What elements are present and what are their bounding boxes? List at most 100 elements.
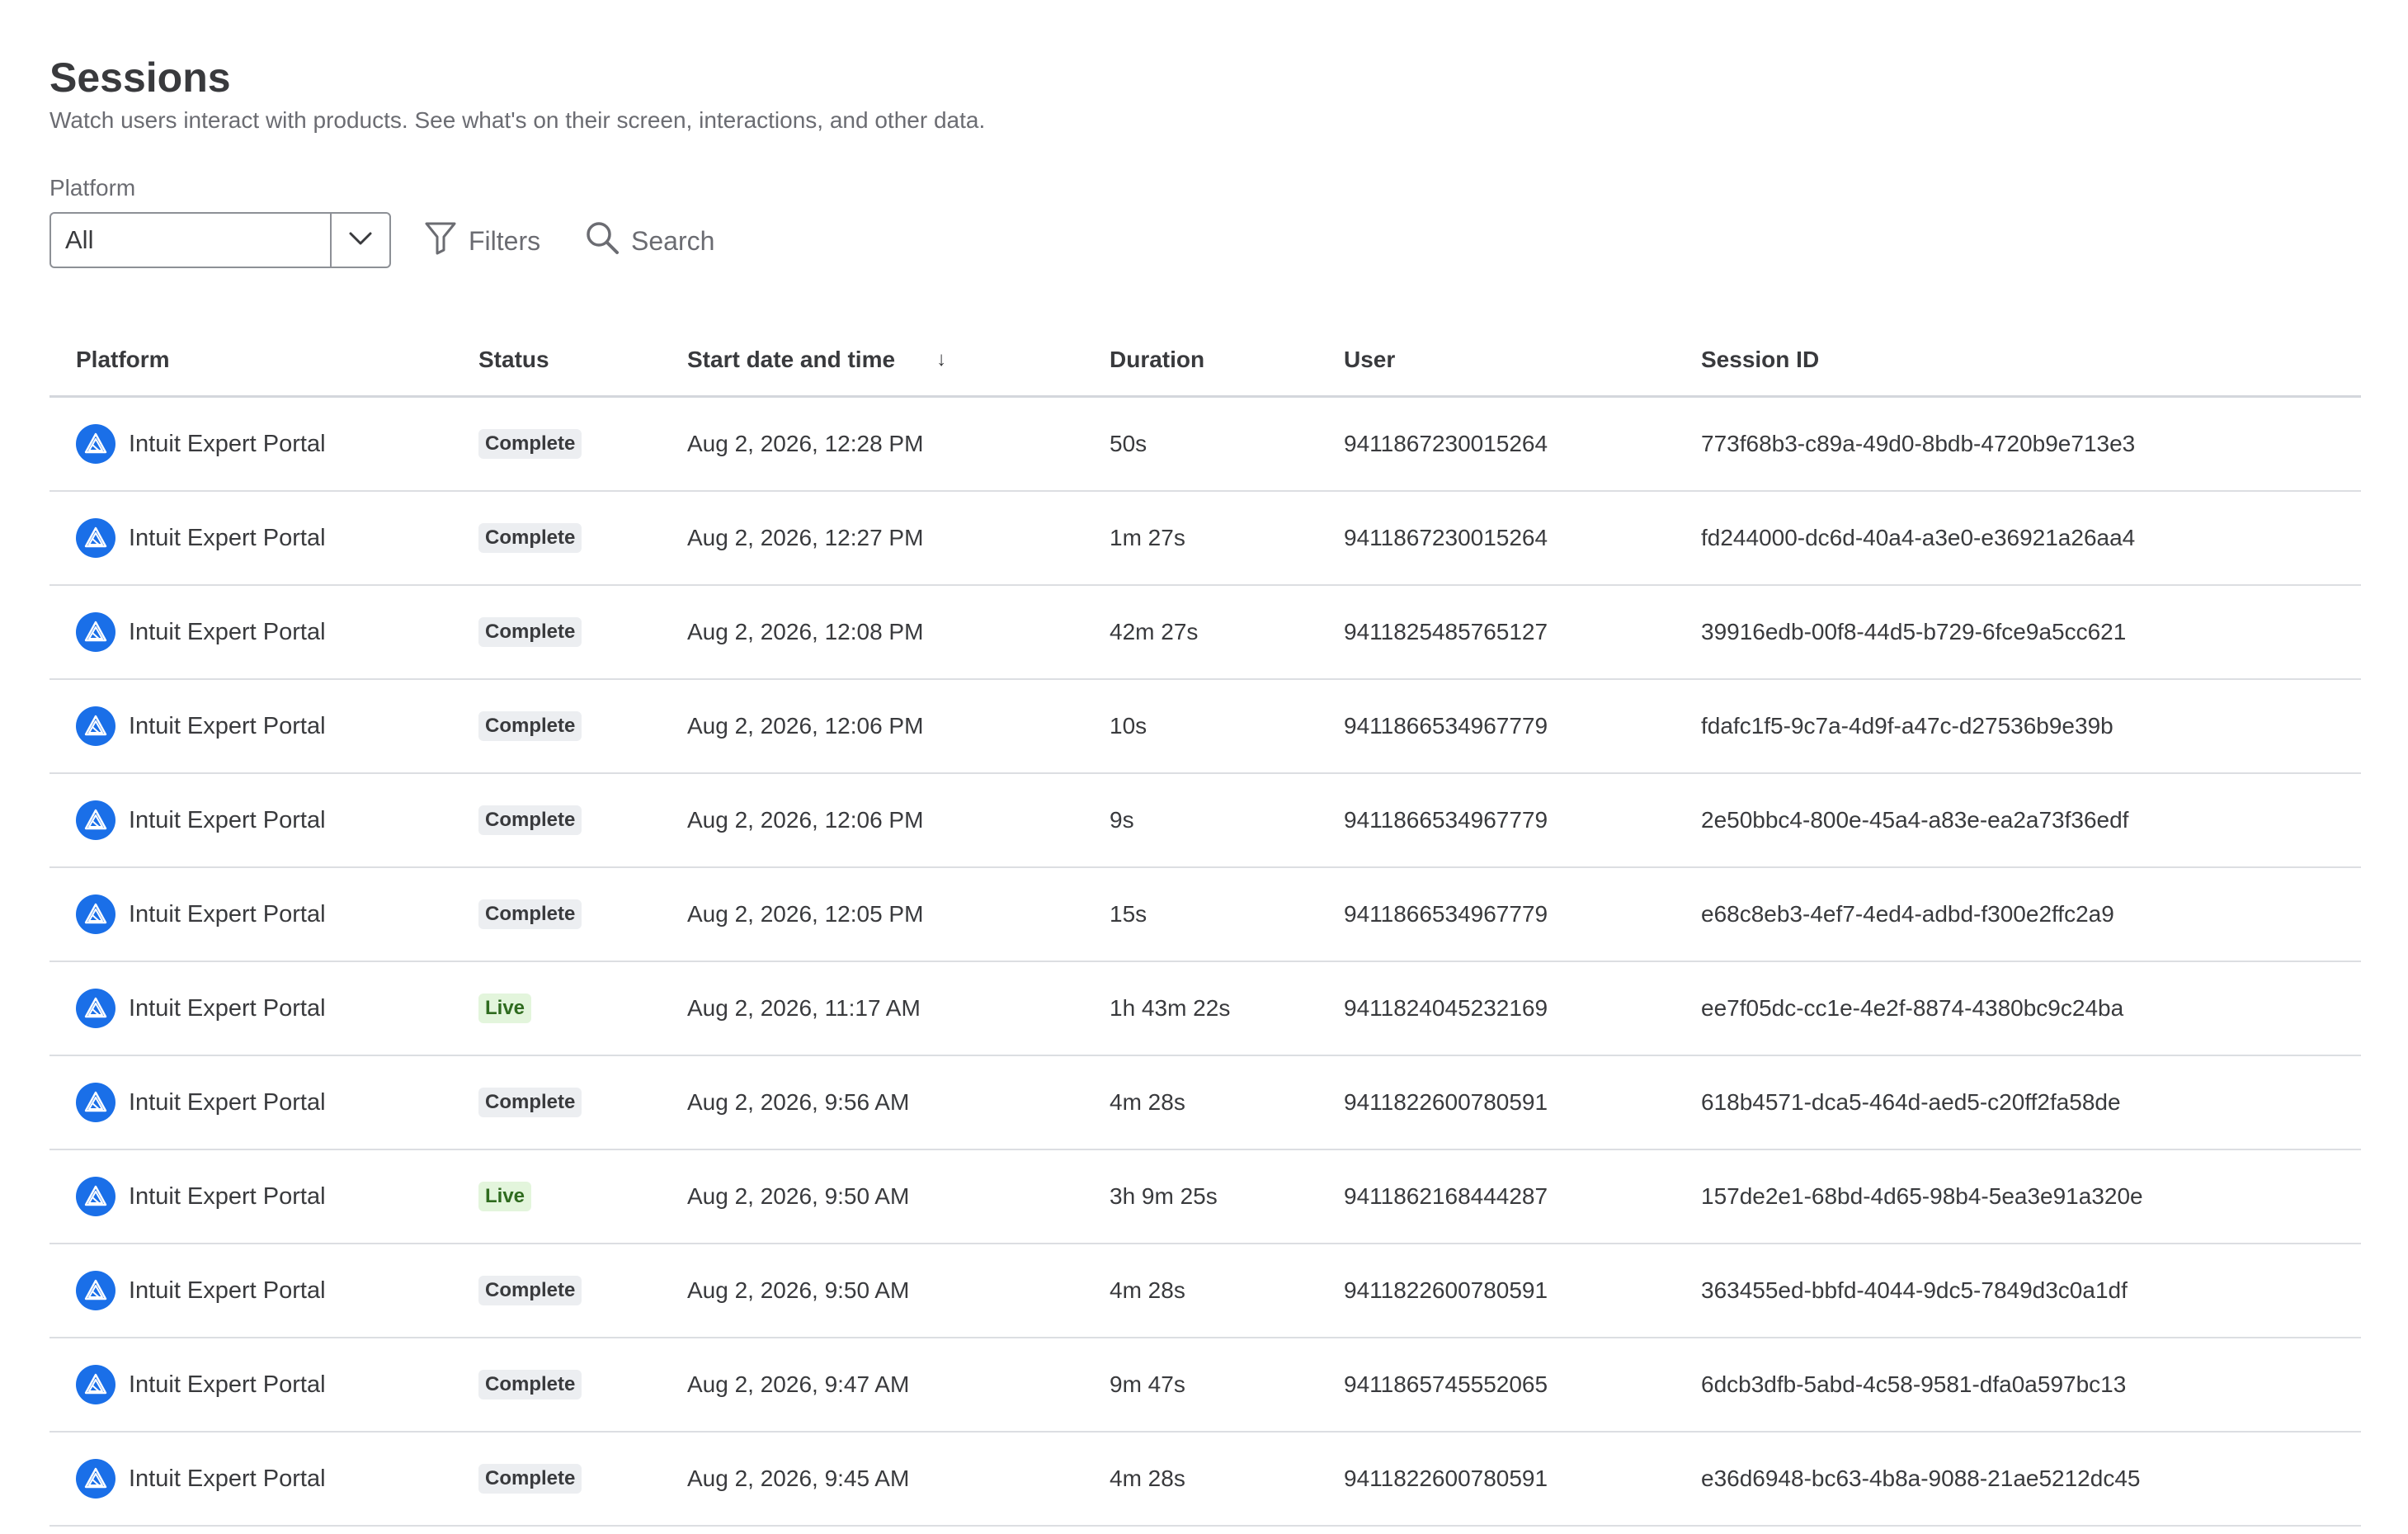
cell-user: 9411867230015264	[1344, 525, 1548, 550]
cell-start-time: Aug 2, 2026, 9:47 AM	[687, 1371, 910, 1397]
platform-name: Intuit Expert Portal	[129, 806, 326, 833]
cell-status: Complete	[478, 1244, 582, 1337]
cell-platform: Intuit Expert Portal	[76, 1244, 326, 1337]
platform-name: Intuit Expert Portal	[129, 1182, 326, 1210]
platform-select[interactable]: All	[49, 212, 391, 268]
intuit-expert-portal-icon	[76, 800, 115, 840]
cell-platform: Intuit Expert Portal	[76, 868, 326, 961]
platform-wrap: Intuit Expert Portal	[76, 1177, 326, 1216]
cell-duration: 42m 27s	[1110, 619, 1199, 644]
column-header-start[interactable]: Start date and time ↓	[687, 347, 946, 373]
column-header-platform[interactable]: Platform	[76, 347, 170, 373]
cell-user: 9411865745552065	[1344, 1371, 1548, 1397]
cell-status: Complete	[478, 1433, 582, 1525]
sessions-table: Platform Status Start date and time ↓ Du…	[49, 323, 2361, 1527]
table-row[interactable]: Intuit Expert Portal Complete Aug 2, 202…	[49, 680, 2361, 774]
platform-name: Intuit Expert Portal	[129, 524, 326, 551]
intuit-expert-portal-icon	[76, 1083, 115, 1122]
platform-select-value: All	[65, 225, 94, 254]
platform-wrap: Intuit Expert Portal	[76, 800, 326, 840]
cell-user: 9411866534967779	[1344, 713, 1548, 739]
cell-duration: 15s	[1110, 901, 1147, 927]
cell-status: Live	[478, 1150, 532, 1243]
status-badge: Complete	[478, 805, 582, 835]
page-title: Sessions	[49, 54, 231, 101]
cell-platform: Intuit Expert Portal	[76, 680, 326, 772]
cell-start-time: Aug 2, 2026, 12:08 PM	[687, 619, 924, 644]
cell-platform: Intuit Expert Portal	[76, 1433, 326, 1525]
table-row[interactable]: Intuit Expert Portal Complete Aug 2, 202…	[49, 774, 2361, 868]
cell-platform: Intuit Expert Portal	[76, 492, 326, 584]
table-row[interactable]: Intuit Expert Portal Complete Aug 2, 202…	[49, 492, 2361, 586]
cell-session-id: 618b4571-dca5-464d-aed5-c20ff2fa58de	[1701, 1089, 2121, 1115]
cell-duration: 9m 47s	[1110, 1371, 1185, 1397]
cell-status: Complete	[478, 680, 582, 772]
column-header-session-id[interactable]: Session ID	[1701, 347, 1819, 373]
table-row[interactable]: Intuit Expert Portal Complete Aug 2, 202…	[49, 868, 2361, 962]
cell-duration: 10s	[1110, 713, 1147, 739]
cell-start-time: Aug 2, 2026, 12:05 PM	[687, 901, 924, 927]
platform-wrap: Intuit Expert Portal	[76, 518, 326, 558]
cell-session-id: e36d6948-bc63-4b8a-9088-21ae5212dc45	[1701, 1466, 2141, 1491]
table-row[interactable]: Intuit Expert Portal Complete Aug 2, 202…	[49, 586, 2361, 680]
filters-button[interactable]: Filters	[424, 219, 540, 262]
cell-session-id: fdafc1f5-9c7a-4d9f-a47c-d27536b9e39b	[1701, 713, 2113, 739]
search-button[interactable]: Search	[585, 219, 714, 262]
platform-filter-label: Platform	[49, 175, 136, 201]
cell-user: 9411866534967779	[1344, 901, 1548, 927]
cell-session-id: ee7f05dc-cc1e-4e2f-8874-4380bc9c24ba	[1701, 995, 2124, 1021]
table-row[interactable]: Intuit Expert Portal Live Aug 2, 2026, 9…	[49, 1150, 2361, 1244]
cell-start-time: Aug 2, 2026, 9:50 AM	[687, 1277, 910, 1303]
cell-duration: 4m 28s	[1110, 1277, 1185, 1303]
cell-platform: Intuit Expert Portal	[76, 586, 326, 678]
table-row[interactable]: Intuit Expert Portal Complete Aug 2, 202…	[49, 398, 2361, 492]
column-header-status[interactable]: Status	[478, 347, 549, 373]
intuit-expert-portal-icon	[76, 518, 115, 558]
cell-user: 9411866534967779	[1344, 807, 1548, 833]
sort-descending-icon: ↓	[936, 347, 947, 371]
cell-user: 9411862168444287	[1344, 1183, 1548, 1209]
platform-name: Intuit Expert Portal	[129, 900, 326, 927]
table-row[interactable]: Intuit Expert Portal Complete Aug 2, 202…	[49, 1244, 2361, 1338]
platform-name: Intuit Expert Portal	[129, 712, 326, 739]
cell-platform: Intuit Expert Portal	[76, 1338, 326, 1431]
intuit-expert-portal-icon	[76, 1271, 115, 1310]
cell-duration: 4m 28s	[1110, 1466, 1185, 1491]
cell-duration: 4m 28s	[1110, 1089, 1185, 1115]
status-badge: Complete	[478, 1370, 582, 1399]
table-row[interactable]: Intuit Expert Portal Complete Aug 2, 202…	[49, 1338, 2361, 1433]
cell-start-time: Aug 2, 2026, 9:45 AM	[687, 1466, 910, 1491]
platform-name: Intuit Expert Portal	[129, 1277, 326, 1304]
column-header-duration[interactable]: Duration	[1110, 347, 1204, 373]
cell-start-time: Aug 2, 2026, 12:28 PM	[687, 431, 924, 456]
cell-start-time: Aug 2, 2026, 12:27 PM	[687, 525, 924, 550]
platform-name: Intuit Expert Portal	[129, 1088, 326, 1116]
table-row[interactable]: Intuit Expert Portal Complete Aug 2, 202…	[49, 1056, 2361, 1150]
status-badge: Complete	[478, 1276, 582, 1305]
table-row[interactable]: Intuit Expert Portal Live Aug 2, 2026, 1…	[49, 962, 2361, 1056]
cell-user: 9411824045232169	[1344, 995, 1548, 1021]
platform-wrap: Intuit Expert Portal	[76, 1083, 326, 1122]
platform-wrap: Intuit Expert Portal	[76, 612, 326, 652]
cell-user: 9411822600780591	[1344, 1277, 1548, 1303]
cell-duration: 50s	[1110, 431, 1147, 456]
cell-platform: Intuit Expert Portal	[76, 962, 326, 1055]
table-row[interactable]: Intuit Expert Portal Complete Aug 2, 202…	[49, 1433, 2361, 1527]
platform-name: Intuit Expert Portal	[129, 1371, 326, 1398]
column-header-user[interactable]: User	[1344, 347, 1395, 373]
cell-session-id: 363455ed-bbfd-4044-9dc5-7849d3c0a1df	[1701, 1277, 2128, 1303]
cell-start-time: Aug 2, 2026, 12:06 PM	[687, 713, 924, 739]
page-subtitle: Watch users interact with products. See …	[49, 107, 986, 133]
intuit-expert-portal-icon	[76, 1177, 115, 1216]
column-header-start-label: Start date and time	[687, 346, 896, 372]
cell-session-id: 39916edb-00f8-44d5-b729-6fce9a5cc621	[1701, 619, 2127, 644]
platform-wrap: Intuit Expert Portal	[76, 424, 326, 464]
cell-platform: Intuit Expert Portal	[76, 398, 326, 490]
cell-user: 9411825485765127	[1344, 619, 1548, 644]
platform-select-toggle[interactable]	[330, 214, 389, 267]
cell-start-time: Aug 2, 2026, 9:56 AM	[687, 1089, 910, 1115]
intuit-expert-portal-icon	[76, 989, 115, 1028]
cell-status: Complete	[478, 1338, 582, 1431]
cell-start-time: Aug 2, 2026, 12:06 PM	[687, 807, 924, 833]
cell-platform: Intuit Expert Portal	[76, 1150, 326, 1243]
